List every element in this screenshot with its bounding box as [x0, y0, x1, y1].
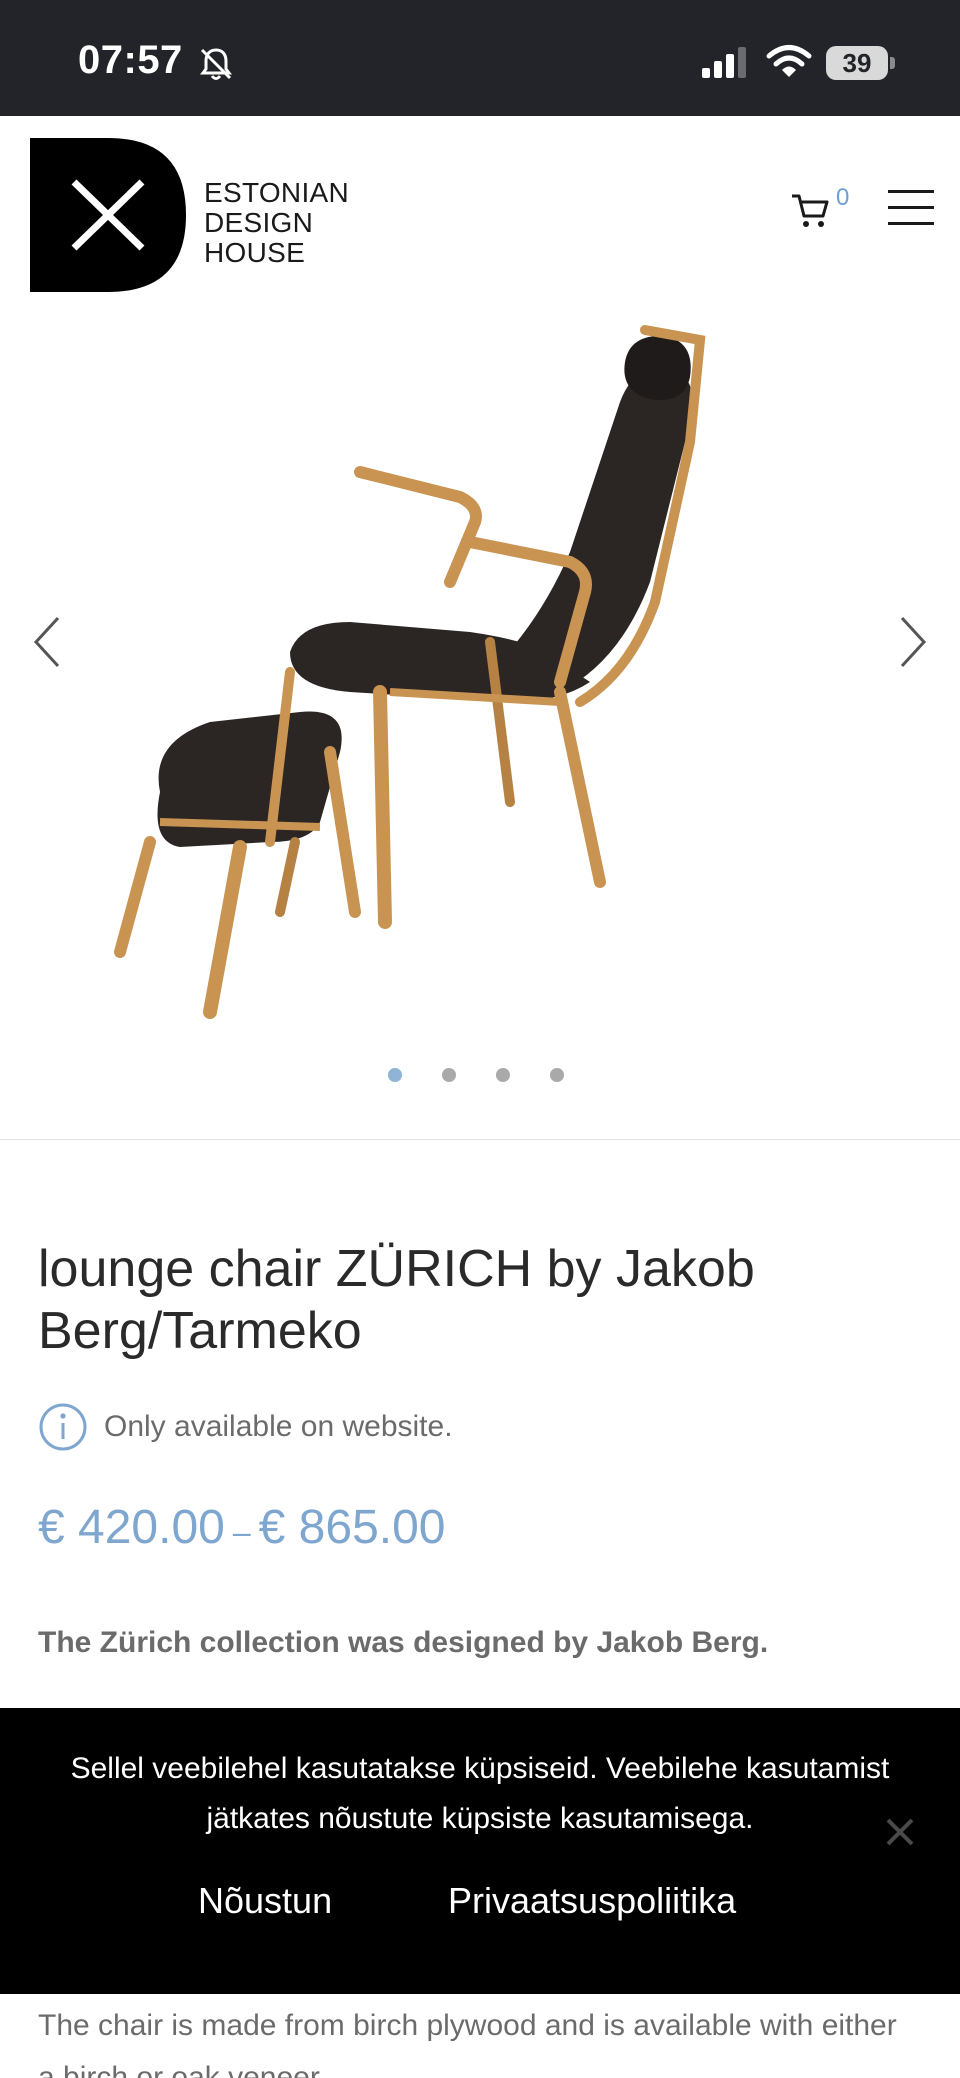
- gallery-dot-4[interactable]: [550, 1068, 564, 1082]
- product-title: lounge chair ZÜRICH by Jakob Berg/Tarmek…: [38, 1240, 755, 1360]
- logo-line: HOUSE: [204, 237, 306, 268]
- chevron-right-icon[interactable]: [892, 614, 932, 670]
- product-page: 07:57 39 ESTONIAN DESIGN HOUSE 0 lounge …: [0, 0, 960, 2078]
- price-separator: –: [232, 1514, 251, 1550]
- product-description: The Zürich collection was designed by Ja…: [38, 1626, 769, 1659]
- chevron-left-icon[interactable]: [28, 614, 68, 670]
- logo-line: ESTONIAN: [204, 177, 350, 208]
- bell-slash-icon: [200, 48, 232, 80]
- availability-note: Only available on website.: [38, 1402, 453, 1452]
- product-image[interactable]: [90, 322, 870, 1022]
- price-from: € 420.00: [38, 1501, 225, 1554]
- cellular-signal-icon: [702, 47, 746, 78]
- product-gallery[interactable]: [0, 314, 960, 1140]
- hamburger-menu-icon[interactable]: [888, 190, 934, 226]
- cookie-text: Sellel veebilehel kasutatakse küpsiseid.…: [70, 1752, 890, 1835]
- divider: [0, 1139, 960, 1140]
- battery-cap: [890, 57, 895, 69]
- gallery-dot-3[interactable]: [496, 1068, 510, 1082]
- logo-x-icon[interactable]: [30, 138, 186, 292]
- cookie-banner: Sellel veebilehel kasutatakse küpsiseid.…: [0, 1708, 960, 1994]
- cookie-accept-button[interactable]: Nõustun: [198, 1876, 332, 1926]
- cart-count[interactable]: 0: [836, 184, 849, 212]
- privacy-policy-link[interactable]: Privaatsuspoliitika: [448, 1876, 736, 1926]
- battery-icon: 39: [826, 44, 896, 82]
- wifi-icon: [766, 45, 812, 77]
- info-icon: [39, 1403, 87, 1451]
- site-header: ESTONIAN DESIGN HOUSE 0: [0, 116, 960, 314]
- availability-text: Only available on website.: [104, 1410, 453, 1443]
- menu-bar: [888, 206, 934, 209]
- price-to: € 865.00: [258, 1501, 446, 1554]
- status-time: 07:57: [78, 38, 183, 82]
- close-icon[interactable]: [884, 1816, 916, 1848]
- status-bar: 07:57 39: [0, 0, 960, 116]
- battery-level: 39: [826, 46, 888, 80]
- price-range: € 420.00– € 865.00: [38, 1500, 445, 1555]
- gallery-dot-2[interactable]: [442, 1068, 456, 1082]
- product-description-detail: The chair is made from birch plywood and…: [38, 2009, 897, 2078]
- menu-bar: [888, 190, 934, 193]
- gallery-pagination: [388, 1068, 564, 1084]
- gallery-dot-1[interactable]: [388, 1068, 402, 1082]
- logo-text[interactable]: ESTONIAN DESIGN HOUSE: [204, 178, 349, 268]
- logo-line: DESIGN: [204, 207, 314, 238]
- menu-bar: [888, 222, 934, 225]
- cart-icon[interactable]: [790, 190, 830, 230]
